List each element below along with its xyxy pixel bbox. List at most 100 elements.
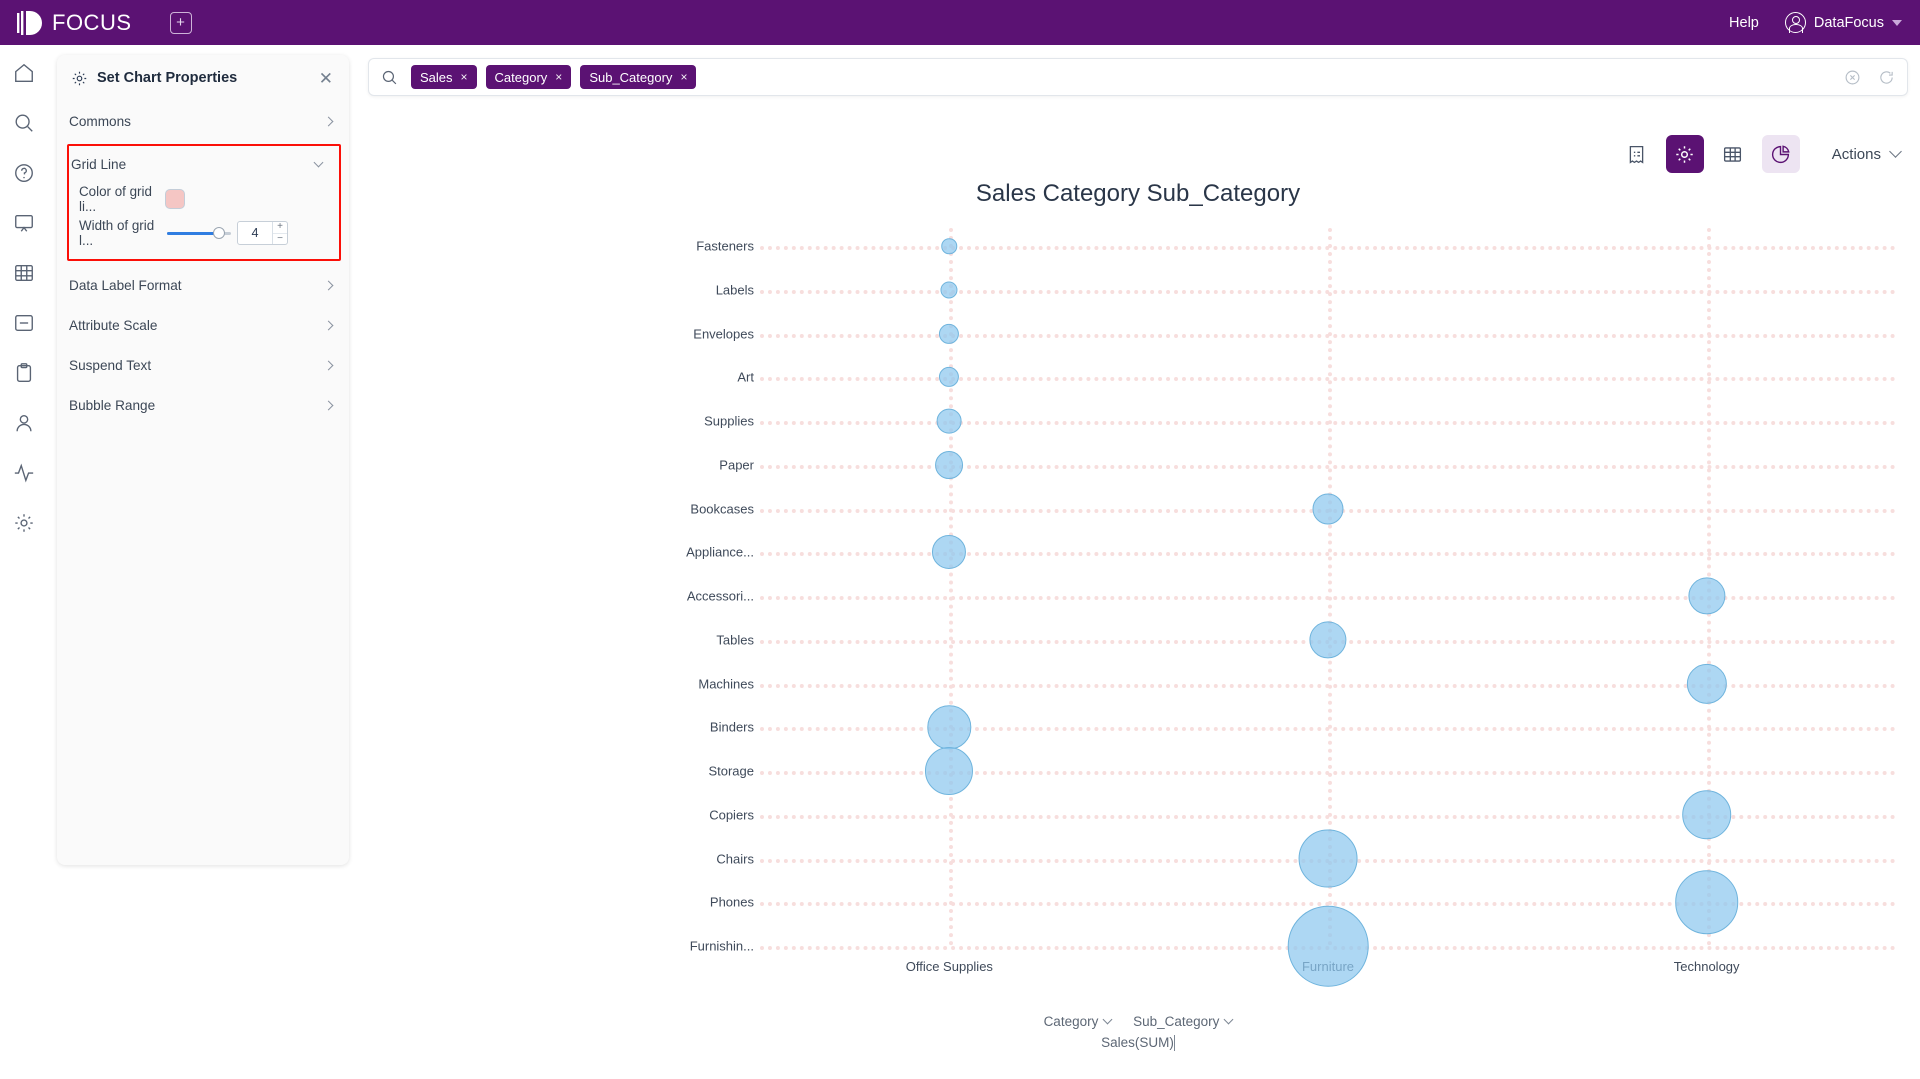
bubble-data-point[interactable] [940,281,958,299]
bubble-data-point[interactable] [941,238,958,254]
search-bar[interactable]: Sales × Category × Sub_Category × [368,58,1908,96]
bubble-data-point[interactable] [935,450,964,479]
stepper-decrement-button[interactable]: − [273,233,287,245]
legend-sales-sum[interactable]: Sales(SUM) [1101,1035,1175,1051]
grid-color-label: Color of grid li... [79,184,152,214]
bubble-data-point[interactable] [932,535,967,570]
prop-section-label: Attribute Scale [69,317,158,333]
y-axis-tick-label: Storage [708,763,754,779]
bubble-data-point[interactable] [1287,905,1369,987]
bubble-data-point[interactable] [1688,577,1726,615]
bubble-data-point[interactable] [1298,829,1358,888]
bubble-data-point[interactable] [927,705,972,749]
slider-handle[interactable] [213,227,225,239]
focus-logo-icon [17,10,42,35]
search-chip[interactable]: Sales × [411,65,477,89]
plus-square-icon[interactable]: + [169,11,192,34]
sidebar-item-tables[interactable] [11,260,37,286]
help-circle-icon [14,164,33,182]
top-bar-right: Help DataFocus [1729,12,1902,34]
grid-width-label: Width of grid l... [79,218,155,248]
sidebar-item-home[interactable] [11,60,37,86]
summary-button[interactable] [1618,135,1656,173]
clear-circle-icon[interactable] [1844,69,1861,86]
grid-color-swatch[interactable] [165,189,185,209]
top-bar: FOCUS + Help DataFocus [0,0,1920,45]
search-bar-actions [1844,69,1895,86]
slider-fill [167,231,219,235]
gear-icon [14,514,33,532]
y-axis-tick-label: Copiers [709,807,754,823]
search-chip[interactable]: Category × [485,65,572,89]
brand-logo[interactable]: FOCUS [16,10,132,36]
chart-properties-button[interactable] [1665,135,1704,173]
y-axis-tick-label: Labels [715,282,754,298]
stepper-increment-button[interactable]: + [273,222,287,234]
y-axis-tick-label: Phones [709,894,754,910]
presentation-icon [14,214,33,232]
help-link[interactable]: Help [1729,15,1759,31]
search-chip[interactable]: Sub_Category × [580,65,697,89]
table-icon [1724,146,1742,162]
legend-category[interactable]: Category [1044,1014,1113,1029]
prop-section-suspend-text[interactable]: Suspend Text [57,345,349,385]
bubble-data-point[interactable] [1686,663,1727,704]
prop-section-grid-line[interactable]: Grid Line [69,146,339,182]
brand-name: FOCUS [52,9,132,35]
search-icon [15,114,33,132]
size-legend-row: Sales(SUM) [368,1035,1908,1051]
sidebar-item-search[interactable] [11,110,37,136]
table-icon [14,264,33,282]
refresh-icon[interactable] [1878,69,1895,86]
table-view-button[interactable] [1714,135,1752,173]
sidebar-item-monitoring[interactable] [11,460,37,486]
bubble-data-point[interactable] [936,408,962,434]
prop-section-label: Bubble Range [69,397,156,413]
close-icon[interactable]: ✕ [319,70,333,87]
bubble-data-point[interactable] [1312,493,1344,524]
chart-title: Sales Category Sub_Category [975,180,1301,207]
bubble-data-point[interactable] [1309,621,1347,659]
bubble-data-point[interactable] [939,367,960,388]
sidebar-item-tasks[interactable] [11,360,37,386]
search-icon[interactable] [381,69,398,86]
prop-section-bubble-range[interactable]: Bubble Range [57,385,349,425]
prop-section-label: Grid Line [71,156,127,172]
prop-section-commons[interactable]: Commons [57,101,349,141]
prop-section-data-label-format[interactable]: Data Label Format [57,265,349,305]
bubble-data-point[interactable] [1681,789,1732,840]
grid-color-row: Color of grid li... [69,182,339,216]
chevron-right-icon [323,320,334,330]
gear-icon [1676,145,1694,163]
sidebar-item-dashboards[interactable] [11,210,37,236]
bubble-data-point[interactable] [1674,870,1739,935]
chart-type-button[interactable] [1761,135,1800,173]
chart-properties-panel: Set Chart Properties ✕ Commons Grid Line… [57,55,349,865]
bubble-data-point[interactable] [925,746,974,796]
gear-icon [72,71,87,85]
bubble-data-point[interactable] [939,323,960,344]
sidebar-item-help[interactable] [11,160,37,186]
y-axis-tick-label: Fasteners [696,238,754,254]
legend-sub-category[interactable]: Sub_Category [1133,1014,1234,1029]
close-icon[interactable]: × [555,70,562,84]
x-axis-tick-label: Office Supplies [905,959,993,974]
close-icon[interactable]: × [680,70,687,84]
user-menu[interactable]: DataFocus [1784,12,1902,34]
sidebar-item-collections[interactable] [11,310,37,336]
close-icon[interactable]: × [461,70,468,84]
pie-chart-icon [1772,144,1790,163]
sidebar-item-users[interactable] [11,410,37,436]
chevron-right-icon [323,116,334,126]
search-chip-label: Sales [420,69,453,85]
chevron-down-icon [1173,1035,1175,1051]
bubble-chart-plot[interactable]: Fasteners Labels Envelopes Art Supplies Paper… [376,228,1906,1008]
prop-section-attribute-scale[interactable]: Attribute Scale [57,305,349,345]
y-axis-tick-label: Accessori... [686,588,754,604]
sidebar-item-settings[interactable] [11,510,37,536]
grid-width-slider[interactable] [167,225,231,241]
minus-square-icon [14,314,33,332]
y-axis-tick-label: Machines [698,676,754,691]
grid-width-input[interactable] [238,226,272,240]
actions-button[interactable]: Actions [1832,145,1902,163]
